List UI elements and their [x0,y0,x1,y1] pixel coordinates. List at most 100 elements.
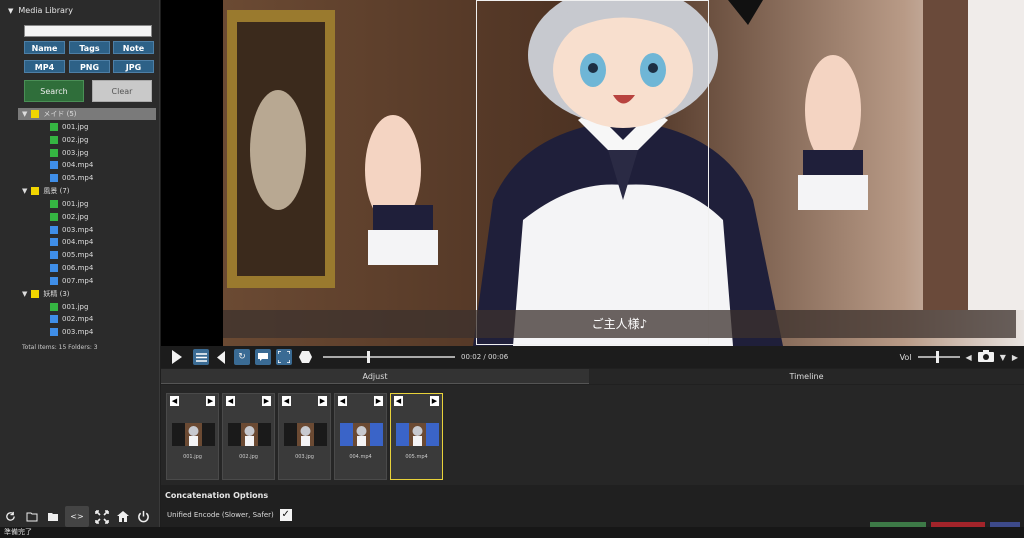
file-item[interactable]: 004.mp4 [50,159,93,171]
play-icon[interactable] [169,349,185,365]
file-label: 002.jpg [62,212,89,221]
seek-bar[interactable] [323,351,455,363]
filter-tags-button[interactable]: Tags [69,41,110,54]
filter-note-button[interactable]: Note [113,41,154,54]
library-title: Media Library [18,6,73,15]
clip-card[interactable]: ◀ ▶ 004.mp4 [334,393,387,480]
image-file-icon [50,212,58,221]
file-label: 005.mp4 [62,174,94,183]
volume-slider[interactable] [917,351,960,363]
clip-card[interactable]: ◀ ▶ 002.jpg [222,393,275,480]
folder-icon[interactable] [42,506,63,527]
time-display: 00:02 / 00:06 [461,353,509,361]
file-item[interactable]: 006.mp4 [50,262,93,274]
file-item[interactable]: 005.mp4 [50,172,93,184]
image-file-icon [50,200,58,208]
move-right-icon[interactable]: ▶ [430,396,439,406]
move-left-icon[interactable]: ◀ [170,396,179,406]
clip-card[interactable]: ◀ ▶ 005.mp4 [390,393,443,480]
expand-arrow-icon[interactable]: ▼ [22,110,27,118]
file-item[interactable]: 001.jpg [50,198,88,210]
folder-item[interactable]: ▼ 妖精 (3) [22,288,70,300]
move-right-icon[interactable]: ▶ [206,396,215,406]
search-button[interactable]: Search [24,80,84,102]
file-label: 005.mp4 [62,251,94,260]
file-label: 002.mp4 [62,315,94,324]
unified-encode-checkbox[interactable]: ✓ [279,509,292,521]
loop-icon[interactable]: ↻ [234,349,250,365]
file-label: 006.mp4 [62,264,94,272]
list-icon[interactable] [193,349,209,365]
video-file-icon [50,161,58,170]
next-icon[interactable]: ▶ [1012,353,1018,362]
library-header[interactable]: ▼ Media Library [8,6,73,15]
folder-label: 風景 (7) [43,187,70,195]
folder-open-icon[interactable] [21,506,42,527]
clip-thumbnail [228,423,271,446]
speaker-icon[interactable]: ◀ [966,353,972,362]
file-item[interactable]: 002.jpg [50,134,88,146]
unified-encode-row: Unified Encode (Slower, Safer) ✓ [167,509,292,521]
image-file-icon [50,148,58,157]
video-file-icon [50,328,58,337]
search-input[interactable] [24,25,152,37]
move-left-icon[interactable]: ◀ [394,396,403,406]
status-bar: 準備完了 [0,527,1024,538]
file-item[interactable]: 007.mp4 [50,275,93,287]
move-right-icon[interactable]: ▶ [262,396,271,406]
expand-arrow-icon[interactable]: ▼ [22,290,27,298]
clear-button[interactable]: Clear [92,80,152,102]
image-file-icon [50,123,58,131]
filter-name-button[interactable]: Name [24,41,65,54]
collapse-arrow-icon[interactable]: ▼ [8,7,13,15]
home-icon[interactable] [112,506,133,527]
totals-label: Total Items: 15 Folders: 3 [22,344,98,351]
clip-card[interactable]: ◀ ▶ 001.jpg [166,393,219,480]
hexagon-icon[interactable] [297,349,313,365]
file-item[interactable]: 004.mp4 [50,236,93,248]
refresh-icon[interactable] [0,506,21,527]
video-file-icon [50,238,58,247]
move-left-icon[interactable]: ◀ [282,396,291,406]
move-right-icon[interactable]: ▶ [318,396,327,406]
move-left-icon[interactable]: ◀ [338,396,347,406]
filter-mp4-button[interactable]: MP4 [24,60,65,73]
crop-selection-box[interactable] [476,0,709,345]
crop-icon[interactable] [276,349,292,365]
file-item[interactable]: 001.jpg [50,121,88,133]
subtitle-icon[interactable] [255,349,271,365]
file-item[interactable]: 003.mp4 [50,224,93,236]
move-left-icon[interactable]: ◀ [226,396,235,406]
file-item[interactable]: 003.mp4 [50,326,93,338]
expand-arrow-icon[interactable]: ▼ [22,187,27,195]
dropdown-icon[interactable]: ▼ [1000,353,1006,362]
file-item[interactable]: 003.jpg [50,147,88,159]
step-back-icon[interactable] [214,349,228,365]
main-panel: ご主人様♪ ↻ 00:02 / 00:06 Vol ◀ ▼ ▶ Adjust T… [161,0,1024,527]
folder-item[interactable]: ▼ メイド (5) [18,108,156,120]
tab-adjust[interactable]: Adjust [161,369,589,384]
tab-timeline[interactable]: Timeline [589,369,1024,384]
file-label: 007.mp4 [62,276,94,285]
toggle-icon[interactable]: <> [65,506,89,527]
file-item[interactable]: 002.mp4 [50,313,93,325]
image-file-icon [50,135,58,144]
folder-item[interactable]: ▼ 風景 (7) [22,185,70,197]
media-viewer[interactable]: ご主人様♪ [161,0,1024,346]
file-item[interactable]: 002.jpg [50,211,88,223]
clip-strip: ◀ ▶ 001.jpg ◀ ▶ 002.jpg ◀ ▶ 003.jpg ◀ ▶ 004.mp4 ◀ ▶ 00… [161,385,1024,485]
file-label: 003.mp4 [62,225,94,234]
filter-png-button[interactable]: PNG [69,60,110,73]
video-file-icon [50,225,58,234]
camera-icon[interactable] [977,350,994,364]
file-item[interactable]: 005.mp4 [50,249,93,261]
fullscreen-icon[interactable] [91,506,112,527]
file-item[interactable]: 001.jpg [50,301,88,313]
right-controls: Vol ◀ ▼ ▶ [900,346,1018,368]
seek-handle[interactable] [366,351,370,363]
move-right-icon[interactable]: ▶ [374,396,383,406]
power-icon[interactable] [133,506,154,527]
clip-card[interactable]: ◀ ▶ 003.jpg [278,393,331,480]
filter-jpg-button[interactable]: JPG [113,60,154,73]
volume-handle[interactable] [936,351,940,363]
